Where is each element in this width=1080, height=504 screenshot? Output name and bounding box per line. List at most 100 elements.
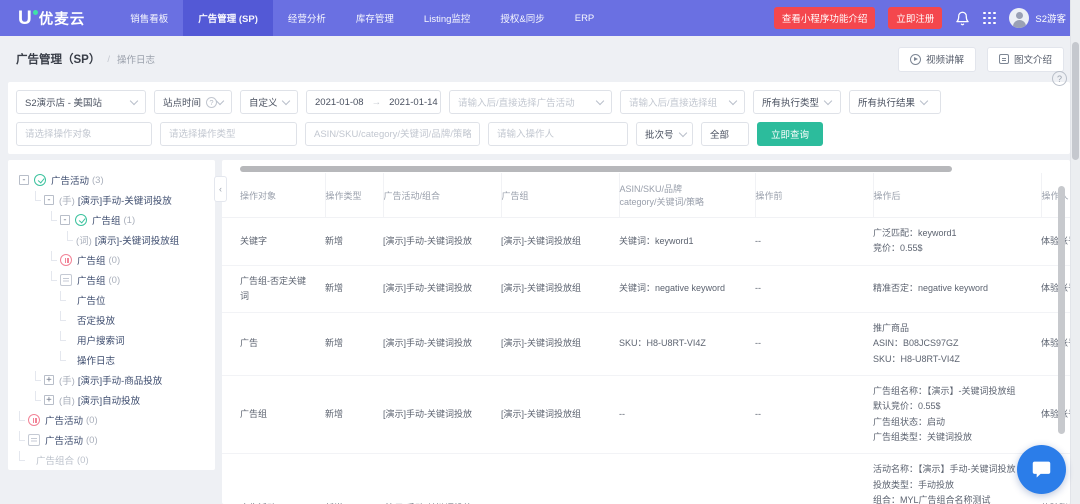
nav-item-sales-board[interactable]: 销售看板 xyxy=(115,0,183,36)
nav-item-ad-management[interactable]: 广告管理 (SP) xyxy=(183,0,273,36)
bell-icon[interactable] xyxy=(955,11,970,26)
collapse-toggle-icon[interactable]: - xyxy=(44,195,54,205)
table-row: 广告活动 新增 [演示]手动-关键词投放 -- -- -- 活动名称：【演示】手… xyxy=(222,454,1070,504)
tree-item-keyword-adgroup[interactable]: (词) [演示]-关键词投放组 xyxy=(16,230,211,250)
breadcrumb-section[interactable]: 广告管理（SP） xyxy=(16,51,100,67)
enabled-status-icon xyxy=(75,214,87,226)
tree-connector xyxy=(19,451,25,461)
cell-type: 新增 xyxy=(325,313,383,376)
tree-item-adgroups-archived[interactable]: 广告组 (0) xyxy=(16,270,211,290)
tree-item-campaigns-paused[interactable]: 广告活动 (0) xyxy=(16,410,211,430)
tree-item-adgroups-enabled[interactable]: - 广告组 (1) xyxy=(16,210,211,230)
shop-select[interactable]: S2演示店 - 美国站 xyxy=(16,90,146,114)
archived-status-icon xyxy=(60,274,72,286)
col-header-type: 操作类型 xyxy=(325,173,383,218)
miniapp-intro-button[interactable]: 查看小程序功能介绍 xyxy=(774,7,876,29)
filter-row-1: S2演示店 - 美国站 站点时间 ? 自定义 2021-01-08 → 2021… xyxy=(16,90,1062,114)
cell-type: 新增 xyxy=(325,454,383,504)
batch-number-select[interactable]: 批次号 xyxy=(636,122,693,146)
cell-asin: -- xyxy=(619,376,755,454)
vertical-scrollbar[interactable] xyxy=(1058,186,1065,434)
chat-widget-button[interactable] xyxy=(1017,445,1066,494)
play-circle-icon xyxy=(910,54,921,65)
cell-type: 新增 xyxy=(325,218,383,266)
app-logo[interactable]: U 优麦云 xyxy=(0,0,115,36)
collapse-toggle-icon[interactable]: - xyxy=(19,175,29,185)
logo-text: 优麦云 xyxy=(39,8,86,29)
nav-item-inventory[interactable]: 库存管理 xyxy=(341,0,409,36)
collapse-toggle-icon[interactable]: - xyxy=(60,215,70,225)
tree-item-portfolios[interactable]: 广告组合 (0) xyxy=(16,450,211,470)
time-type-select[interactable]: 站点时间 ? xyxy=(154,90,232,114)
tree-item-manual-product-campaign[interactable]: + (手) [演示]手动-商品投放 xyxy=(16,370,211,390)
cell-asin: -- xyxy=(619,454,755,504)
tree-item-adgroups-paused[interactable]: 广告组 (0) xyxy=(16,250,211,270)
tree-connector xyxy=(35,191,41,201)
horizontal-scrollbar[interactable] xyxy=(240,166,952,172)
table-row: 广告组-否定关键词 新增 [演示]手动-关键词投放 [演示]-关键词投放组 关键… xyxy=(222,265,1070,313)
cell-target: 广告组 xyxy=(222,376,325,454)
table-header-row: 操作对象 操作类型 广告活动/组合 广告组 ASIN/SKU/品牌 catego… xyxy=(222,173,1070,218)
chevron-down-icon xyxy=(678,128,686,136)
main-area: - 广告活动 (3) - (手) [演示]手动-关键词投放 - 广告组 (1) … xyxy=(8,160,1070,504)
search-button[interactable]: 立即查询 xyxy=(757,122,823,146)
col-header-asin: ASIN/SKU/品牌 category/关键词/策略 xyxy=(619,173,755,218)
user-name: S2游客 xyxy=(1035,11,1066,25)
col-header-campaign: 广告活动/组合 xyxy=(383,173,501,218)
range-mode-select[interactable]: 自定义 xyxy=(240,90,298,114)
tree-item-negative-targeting[interactable]: 否定投放 xyxy=(16,310,211,330)
filter-panel: S2演示店 - 美国站 站点时间 ? 自定义 2021-01-08 → 2021… xyxy=(8,82,1070,154)
tree-item-campaigns-enabled[interactable]: - 广告活动 (3) xyxy=(16,170,211,190)
cell-asin: 关键词：keyword1 xyxy=(619,218,755,266)
page-scrollbar-thumb[interactable] xyxy=(1072,42,1079,160)
operator-input[interactable] xyxy=(488,122,628,146)
date-end: 2021-01-14 xyxy=(389,97,438,108)
scope-select[interactable]: 全部 xyxy=(701,122,749,146)
page-scrollbar[interactable] xyxy=(1070,0,1080,504)
sidebar-collapse-handle[interactable]: ‹ xyxy=(214,176,227,202)
main-nav: 销售看板 广告管理 (SP) 经营分析 库存管理 Listing监控 授权&同步… xyxy=(115,0,609,36)
operation-type-input[interactable] xyxy=(160,122,297,146)
tree-item-search-terms[interactable]: 用户搜索词 xyxy=(16,330,211,350)
date-range-picker[interactable]: 2021-01-08 → 2021-01-14 xyxy=(306,90,441,114)
target-object-input[interactable] xyxy=(16,122,152,146)
cell-operator: 体验账号 xyxy=(1041,265,1070,313)
exec-result-select[interactable]: 所有执行结果 xyxy=(849,90,941,114)
help-icon[interactable]: ? xyxy=(1052,71,1067,86)
table-row: 广告组 新增 [演示]手动-关键词投放 [演示]-关键词投放组 -- -- 广告… xyxy=(222,376,1070,454)
tree-connector xyxy=(67,231,73,241)
tree-item-manual-keyword-campaign[interactable]: - (手) [演示]手动-关键词投放 xyxy=(16,190,211,210)
tree-item-campaigns-archived[interactable]: 广告活动 (0) xyxy=(16,430,211,450)
tree-item-placements[interactable]: 广告位 xyxy=(16,290,211,310)
cell-operator: 体验账号 xyxy=(1041,376,1070,454)
nav-item-business-analysis[interactable]: 经营分析 xyxy=(273,0,341,36)
nav-item-auth-sync[interactable]: 授权&同步 xyxy=(485,0,559,36)
archived-status-icon xyxy=(28,434,40,446)
register-button[interactable]: 立即注册 xyxy=(888,7,942,29)
tree-connector xyxy=(51,251,57,261)
table-row: 广告 新增 [演示]手动-关键词投放 [演示]-关键词投放组 SKU：H8-U8… xyxy=(222,313,1070,376)
user-menu[interactable]: S2游客 xyxy=(1009,8,1066,28)
tree-connector xyxy=(51,211,57,221)
expand-toggle-icon[interactable]: + xyxy=(44,375,54,385)
tree-item-operation-log[interactable]: 操作日志 xyxy=(16,350,211,370)
video-guide-button[interactable]: 视频讲解 xyxy=(898,47,976,72)
asin-keyword-input[interactable] xyxy=(305,122,480,146)
breadcrumb-current: 操作日志 xyxy=(117,52,155,66)
top-navbar: U 优麦云 销售看板 广告管理 (SP) 经营分析 库存管理 Listing监控… xyxy=(0,0,1080,36)
expand-toggle-icon[interactable]: + xyxy=(44,395,54,405)
cell-target: 广告活动 xyxy=(222,454,325,504)
apps-grid-icon[interactable] xyxy=(983,12,996,25)
exec-type-select[interactable]: 所有执行类型 xyxy=(753,90,841,114)
tree-connector xyxy=(19,411,25,421)
campaign-select[interactable]: 请输入后/直接选择广告活动 xyxy=(449,90,612,114)
cell-campaign: [演示]手动-关键词投放 xyxy=(383,313,501,376)
text-guide-button[interactable]: 图文介绍 xyxy=(987,47,1064,72)
cell-operator: 体验账号 xyxy=(1041,313,1070,376)
cell-before: -- xyxy=(755,313,873,376)
tree-item-auto-campaign[interactable]: + (自) [演示]自动投放 xyxy=(16,390,211,410)
nav-item-erp[interactable]: ERP xyxy=(560,0,610,36)
cell-campaign: [演示]手动-关键词投放 xyxy=(383,376,501,454)
adgroup-select[interactable]: 请输入后/直接选择组 xyxy=(620,90,745,114)
nav-item-listing-monitor[interactable]: Listing监控 xyxy=(409,0,485,36)
